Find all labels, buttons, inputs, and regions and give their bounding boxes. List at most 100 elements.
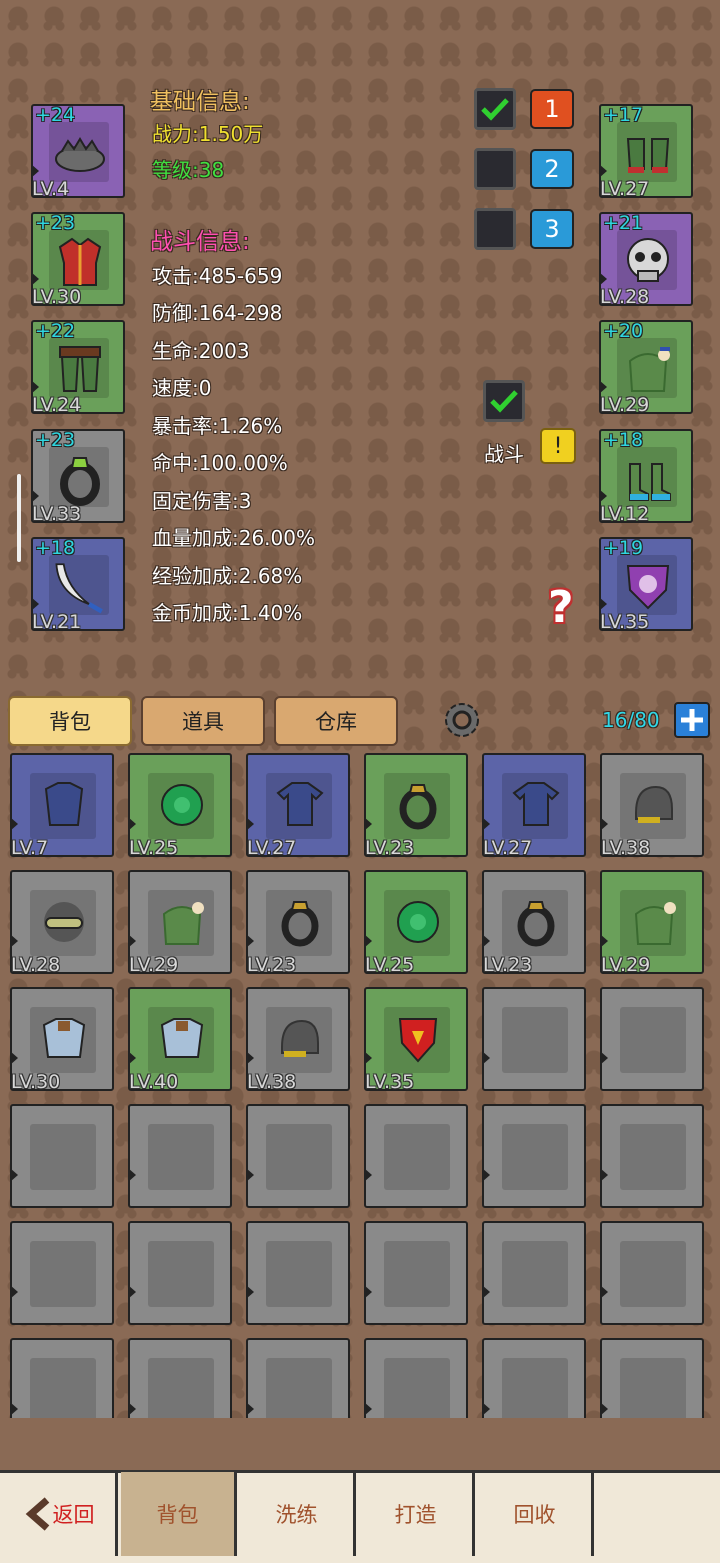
slot-notch (600, 1168, 608, 1182)
bag-slot-empty[interactable] (600, 1104, 704, 1208)
slot-notch (482, 1168, 490, 1182)
bag-slot-empty[interactable] (246, 1221, 350, 1325)
nav-refine[interactable]: 洗练 (240, 1472, 356, 1556)
bag-slot[interactable]: LV.30 (10, 987, 114, 1093)
bag-slot[interactable]: LV.38 (246, 987, 350, 1093)
item-level: LV.23 (247, 954, 297, 976)
bag-slot[interactable]: LV.29 (128, 870, 232, 976)
equip-slot-left-1[interactable]: +24 LV.4 (31, 104, 125, 200)
bag-slot[interactable]: LV.27 (482, 753, 586, 859)
bag-slot[interactable]: LV.23 (246, 870, 350, 976)
tunic-icon (34, 775, 94, 835)
preset-1-button[interactable]: 1 (530, 89, 574, 129)
slot-inner (620, 1007, 686, 1073)
preset-3-checkbox[interactable] (474, 208, 516, 250)
bag-slot-empty[interactable] (364, 1221, 468, 1325)
tab-items[interactable]: 道具 (141, 696, 265, 746)
bag-slot[interactable]: LV.38 (600, 753, 704, 859)
preset-2-checkbox[interactable] (474, 148, 516, 190)
bag-slot[interactable]: LV.23 (482, 870, 586, 976)
equip-slot-left-3[interactable]: +22 LV.24 (31, 320, 125, 416)
equip-slot-right-5[interactable]: +19 LV.35 (599, 537, 693, 633)
gear-icon[interactable] (440, 698, 484, 742)
slot-notch (10, 1285, 18, 1299)
stat-crit: 暴击率:1.26% (152, 414, 283, 438)
stat-hp-bonus: 血量加成:26.00% (152, 526, 315, 550)
slot-notch (246, 1402, 254, 1416)
plus-icon (681, 709, 703, 731)
bag-slot[interactable]: LV.35 (364, 987, 468, 1093)
slot-notch (599, 380, 607, 394)
expand-bag-button[interactable] (674, 702, 710, 738)
equip-slot-left-2[interactable]: +23 LV.30 (31, 212, 125, 308)
equip-slot-right-4[interactable]: +18 LV.12 (599, 429, 693, 525)
slot-notch (599, 597, 607, 611)
preset-2-button[interactable]: 2 (530, 149, 574, 189)
bag-slot[interactable]: LV.23 (364, 753, 468, 859)
slot-inner (148, 1124, 214, 1190)
warning-icon[interactable]: ! (540, 428, 576, 464)
bag-slot-empty[interactable] (482, 987, 586, 1091)
item-level: LV.27 (247, 837, 297, 859)
nav-forge[interactable]: 打造 (359, 1472, 475, 1556)
slot-inner (502, 1358, 568, 1424)
slot-notch (364, 1285, 372, 1299)
slot-inner (620, 1358, 686, 1424)
item-level: LV.23 (483, 954, 533, 976)
bag-slot-empty[interactable] (600, 987, 704, 1091)
bag-slot-empty[interactable] (10, 1221, 114, 1325)
skull-mask-icon (619, 232, 677, 290)
preset-1-checkbox[interactable] (474, 88, 516, 130)
bag-slot[interactable]: LV.25 (364, 870, 468, 976)
bag-slot-empty[interactable] (128, 1221, 232, 1325)
stat-hp: 生命:2003 (152, 339, 250, 363)
equip-slot-left-4[interactable]: +23 LV.33 (31, 429, 125, 525)
battle-checkbox[interactable] (483, 380, 525, 422)
level-value: 等级:38 (152, 158, 225, 182)
slot-inner (502, 1241, 568, 1307)
bag-slot[interactable]: LV.25 (128, 753, 232, 859)
help-icon[interactable]: ? (548, 582, 584, 633)
scrollbar[interactable] (17, 474, 21, 562)
slot-notch (482, 1402, 490, 1416)
plate-armor-icon (152, 1009, 212, 1069)
slot-notch (31, 489, 39, 503)
slot-notch (246, 1168, 254, 1182)
nav-backpack[interactable]: 背包 (121, 1472, 237, 1556)
battle-info-title: 战斗信息: (150, 229, 250, 255)
bag-slot[interactable]: LV.7 (10, 753, 114, 859)
back-button[interactable]: 返回 (2, 1472, 118, 1556)
slot-notch (246, 1285, 254, 1299)
bag-slot-empty[interactable] (10, 1104, 114, 1208)
bag-slot-empty[interactable] (482, 1104, 586, 1208)
preset-3-button[interactable]: 3 (530, 209, 574, 249)
bag-slot-empty[interactable] (246, 1104, 350, 1208)
equip-slot-right-1[interactable]: +17 LV.27 (599, 104, 693, 200)
bag-slot-empty[interactable] (482, 1221, 586, 1325)
bag-slot-empty[interactable] (600, 1221, 704, 1325)
stat-speed: 速度:0 (152, 376, 212, 400)
item-level: LV.33 (32, 503, 82, 525)
tab-warehouse[interactable]: 仓库 (274, 696, 398, 746)
tab-backpack[interactable]: 背包 (8, 696, 132, 746)
slot-inner (266, 1241, 332, 1307)
bag-slot[interactable]: LV.29 (600, 870, 704, 976)
bag-slot[interactable]: LV.28 (10, 870, 114, 976)
equip-slot-right-2[interactable]: +21 LV.28 (599, 212, 693, 308)
slot-inner (30, 1358, 96, 1424)
equip-slot-right-3[interactable]: +20 LV.29 (599, 320, 693, 416)
nav-recycle[interactable]: 回收 (478, 1472, 594, 1556)
item-level: LV.29 (129, 954, 179, 976)
nav-empty[interactable] (597, 1472, 718, 1556)
bag-slot-empty[interactable] (364, 1104, 468, 1208)
item-level: LV.38 (601, 837, 651, 859)
bag-slot[interactable]: LV.27 (246, 753, 350, 859)
pants-icon (51, 340, 109, 398)
slot-notch (364, 1168, 372, 1182)
bag-slot-empty[interactable] (128, 1104, 232, 1208)
slot-notch (10, 1402, 18, 1416)
equip-slot-left-5[interactable]: +18 LV.21 (31, 537, 125, 633)
bag-slot[interactable]: LV.40 (128, 987, 232, 1093)
slot-inner (502, 1007, 568, 1073)
slot-inner (148, 1358, 214, 1424)
